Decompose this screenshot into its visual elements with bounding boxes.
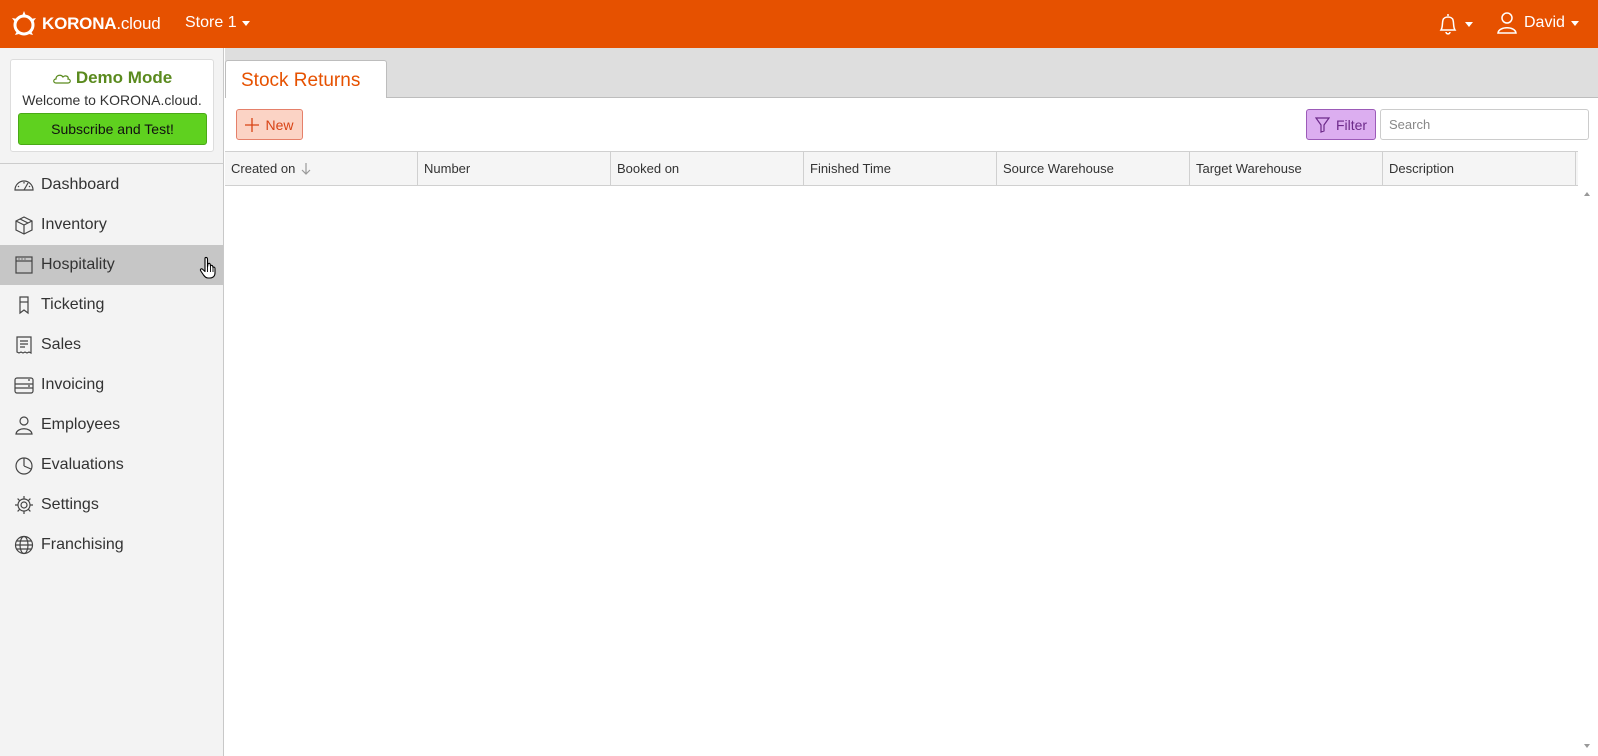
cloud-icon xyxy=(52,74,71,84)
tab-strip: Stock Returns xyxy=(225,48,1598,99)
receipt-icon xyxy=(16,336,32,354)
column-header-created-on[interactable]: Created on xyxy=(225,152,418,185)
user-name: David xyxy=(1524,14,1565,31)
sidebar: Demo Mode Welcome to KORONA.cloud. Subsc… xyxy=(0,48,224,756)
chevron-down-icon xyxy=(241,20,250,26)
plus-icon xyxy=(245,117,260,132)
column-header-number[interactable]: Number xyxy=(418,152,611,185)
sidebar-item-invoicing[interactable]: Invoicing xyxy=(0,365,223,405)
column-header-label: Booked on xyxy=(617,161,680,176)
sidebar-item-dashboard[interactable]: Dashboard xyxy=(0,165,223,205)
filter-button[interactable]: Filter xyxy=(1306,109,1376,140)
demo-mode-text: Demo Mode xyxy=(75,68,173,87)
sidebar-item-label: Hospitality xyxy=(41,256,115,273)
sidebar-item-franchising[interactable]: Franchising xyxy=(0,525,223,565)
column-header-label: Number xyxy=(424,161,471,176)
ticket-icon xyxy=(19,296,29,315)
tab-stock-returns[interactable]: Stock Returns xyxy=(225,60,387,99)
user-menu[interactable]: David xyxy=(1496,11,1579,35)
filter-button-label: Filter xyxy=(1335,116,1368,133)
column-header-label: Description xyxy=(1389,161,1455,176)
column-header-label: Created on xyxy=(231,161,296,176)
sidebar-item-inventory[interactable]: Inventory xyxy=(0,205,223,245)
welcome-text: Welcome to KORONA.cloud. xyxy=(22,92,202,108)
table-scrollbar[interactable] xyxy=(1578,186,1598,756)
user-icon xyxy=(1497,12,1517,34)
demo-mode-panel: Demo Mode Welcome to KORONA.cloud. Subsc… xyxy=(10,59,214,152)
chevron-down-icon xyxy=(1465,21,1473,27)
sidebar-item-evaluations[interactable]: Evaluations xyxy=(0,445,223,485)
logo-light-text: .cloud xyxy=(116,14,161,33)
sort-descending-icon xyxy=(301,162,311,175)
demo-mode-title: Demo Mode xyxy=(11,68,213,88)
column-header-finished-time[interactable]: Finished Time xyxy=(804,152,997,185)
sidebar-item-label: Dashboard xyxy=(41,176,120,193)
sidebar-item-label: Evaluations xyxy=(41,456,124,473)
toolbar: New Filter xyxy=(225,98,1598,151)
new-button[interactable]: New xyxy=(236,109,303,140)
sidebar-item-label: Ticketing xyxy=(41,296,105,313)
sidebar-item-label: Franchising xyxy=(41,536,124,553)
person-icon xyxy=(15,416,33,435)
top-bar: KORONA.cloud Store 1 David xyxy=(0,0,1598,48)
sidebar-item-employees[interactable]: Employees xyxy=(0,405,223,445)
sidebar-item-label: Sales xyxy=(41,336,82,353)
sidebar-item-label: Inventory xyxy=(41,216,107,233)
filter-icon xyxy=(1314,116,1330,133)
globe-icon xyxy=(14,535,34,555)
logo-bold-text: KORONA xyxy=(42,14,117,33)
hand-cursor-icon xyxy=(199,256,216,279)
subscribe-button[interactable]: Subscribe and Test! xyxy=(18,113,207,145)
hospitality-icon xyxy=(15,256,33,274)
column-header-booked-on[interactable]: Booked on xyxy=(611,152,804,185)
column-header-target-warehouse[interactable]: Target Warehouse xyxy=(1190,152,1383,185)
dashboard-icon xyxy=(14,180,34,191)
scroll-down-icon[interactable] xyxy=(1584,744,1590,748)
table-body xyxy=(225,186,1578,756)
column-header-label: Target Warehouse xyxy=(1196,161,1302,176)
sidebar-item-label: Settings xyxy=(41,496,99,513)
column-header-label: Source Warehouse xyxy=(1003,161,1114,176)
sidebar-item-label: Employees xyxy=(41,416,121,433)
pie-chart-icon xyxy=(15,457,33,475)
table-header: Created on Number Booked on Finished Tim… xyxy=(225,151,1578,186)
gear-icon xyxy=(15,496,33,514)
logo-icon xyxy=(12,11,36,36)
sidebar-item-hospitality[interactable]: Hospitality xyxy=(0,245,223,285)
korona-logo[interactable]: KORONA.cloud xyxy=(8,8,161,40)
sidebar-item-sales[interactable]: Sales xyxy=(0,325,223,365)
invoice-icon xyxy=(14,377,34,394)
sidebar-item-settings[interactable]: Settings xyxy=(0,485,223,525)
column-header-label: Finished Time xyxy=(810,161,891,176)
chevron-down-icon xyxy=(1570,20,1579,26)
column-header-source-warehouse[interactable]: Source Warehouse xyxy=(997,152,1190,185)
store-label: Store 1 xyxy=(185,14,237,31)
store-selector[interactable]: Store 1 xyxy=(185,14,250,32)
sidebar-item-ticketing[interactable]: Ticketing xyxy=(0,285,223,325)
notifications-menu[interactable] xyxy=(1436,11,1473,37)
sidebar-divider xyxy=(0,163,224,164)
sidebar-item-label: Invoicing xyxy=(41,376,105,393)
scroll-up-icon[interactable] xyxy=(1584,192,1590,196)
new-button-label: New xyxy=(265,116,294,133)
main-nav: Dashboard Inventory Hospitality Ticketin… xyxy=(0,165,223,565)
bell-icon xyxy=(1439,14,1457,35)
column-header-description[interactable]: Description xyxy=(1383,152,1576,185)
search-input[interactable] xyxy=(1380,109,1589,140)
box-icon xyxy=(15,216,33,235)
